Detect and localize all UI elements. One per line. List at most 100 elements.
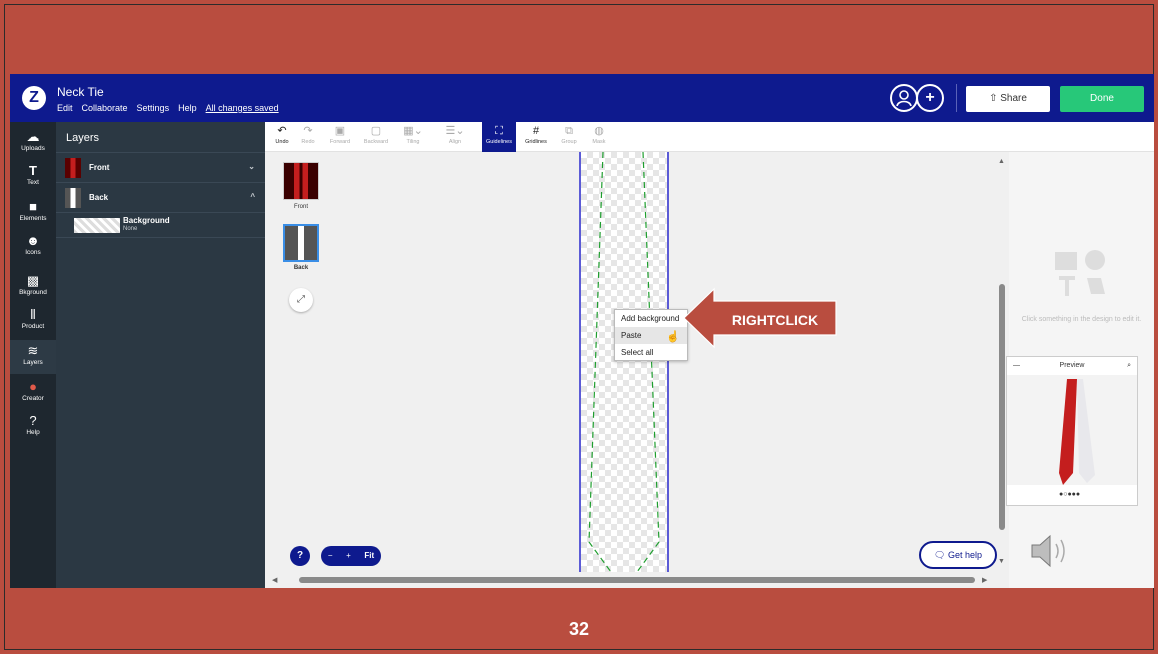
save-status[interactable]: All changes saved [206, 103, 279, 113]
zoom-controls: − + Fit [321, 546, 381, 566]
annotation-label: RIGHTCLICK [731, 312, 819, 328]
tie-guideline-outline [588, 151, 660, 573]
user-avatar-icon[interactable] [890, 84, 918, 112]
nav-creator[interactable]: ● Creator [10, 379, 56, 403]
share-button[interactable]: ⇧ Share [966, 86, 1050, 112]
page-front-thumbnail[interactable] [283, 162, 319, 200]
document-title: Neck Tie [57, 85, 104, 99]
gridlines-icon: # [532, 125, 540, 137]
layers-icon: ≋ [27, 343, 39, 358]
chevron-down-icon[interactable]: ⌄ [248, 162, 255, 171]
group-icon: ⧉ [565, 125, 573, 137]
scroll-down-icon[interactable]: ▼ [998, 558, 1005, 565]
smiley-icon: ☻ [26, 233, 40, 248]
tie-preview-image [1007, 375, 1137, 485]
nav-uploads[interactable]: ☁ Uploads [10, 129, 56, 153]
slide-number: 32 [568, 619, 590, 639]
forward-icon: ▣ [334, 125, 346, 137]
cloud-upload-icon: ☁ [26, 129, 40, 144]
tie-print-area[interactable] [579, 151, 669, 573]
scroll-right-icon[interactable]: ▶ [982, 576, 987, 584]
menu-item-select-all[interactable]: Select all [615, 344, 687, 361]
layers-title: Layers [56, 122, 265, 152]
top-bar: Z Neck Tie Edit Collaborate Settings Hel… [10, 74, 1154, 122]
get-help-button[interactable]: 🗨 Get help [919, 541, 997, 569]
nav-icons[interactable]: ☻ Icons [10, 233, 56, 257]
chat-icon: 🗨 [934, 550, 948, 560]
guidelines-icon: ⛶ [495, 125, 503, 137]
menu-collaborate[interactable]: Collaborate [82, 103, 128, 113]
mask-icon: ◍ [594, 125, 604, 137]
nav-background[interactable]: ▩ Bkground [10, 273, 56, 297]
scroll-up-icon[interactable]: ▲ [998, 158, 1005, 165]
nav-help[interactable]: ? Help [10, 413, 56, 437]
left-nav: ☁ Uploads T Text ■ Elements ☻ Icons ▩ Bkgroun… [10, 122, 56, 588]
align-icon: ☰⌄ [445, 125, 465, 137]
elements-icon: ■ [29, 199, 37, 214]
page-back-label: Back [293, 265, 309, 271]
nav-text[interactable]: T Text [10, 163, 56, 187]
nav-layers[interactable]: ≋ Layers [10, 340, 56, 374]
chevron-up-icon[interactable]: ^ [250, 192, 255, 201]
text-icon: T [29, 163, 37, 178]
add-collaborator-icon[interactable]: + [916, 84, 944, 112]
menu-help[interactable]: Help [178, 103, 197, 113]
redo-button[interactable]: ↷ Redo [297, 125, 319, 145]
creator-icon: ● [29, 379, 37, 394]
scroll-left-icon[interactable]: ◀ [272, 576, 277, 584]
help-button[interactable]: ? [290, 546, 310, 566]
layer-back-thumbnail [65, 188, 81, 208]
vertical-scrollbar[interactable] [999, 284, 1005, 530]
tiling-button[interactable]: ▦⌄ Tiling [399, 125, 427, 145]
menu-bar: Edit Collaborate Settings Help All chang… [57, 103, 279, 113]
speaker-icon[interactable] [1030, 532, 1074, 570]
menu-edit[interactable]: Edit [57, 103, 73, 113]
menu-item-add-background[interactable]: Add background [615, 310, 687, 327]
tiling-icon: ▦⌄ [403, 125, 423, 137]
edit-placeholder-icon [1055, 250, 1105, 296]
preview-carousel-dots[interactable]: ●○●●● [1059, 491, 1080, 498]
design-canvas[interactable]: Front Back ⤢ [265, 151, 1009, 573]
backward-button[interactable]: ▢ Backward [359, 125, 393, 145]
layer-background[interactable]: Background None [56, 212, 265, 238]
gridlines-button[interactable]: # Gridlines [521, 125, 551, 145]
preview-header: — Preview ⌕ [1007, 357, 1137, 375]
pin-icon[interactable]: ⤢ [289, 288, 313, 312]
redo-icon: ↷ [303, 125, 313, 137]
group-button[interactable]: ⧉ Group [557, 125, 581, 145]
edit-hint: Click something in the design to edit it… [1021, 316, 1142, 323]
align-button[interactable]: ☰⌄ Align [441, 125, 469, 145]
page-front-label: Front [293, 204, 308, 210]
backward-icon: ▢ [370, 125, 382, 137]
mask-button[interactable]: ◍ Mask [587, 125, 611, 145]
page-back-thumbnail[interactable] [283, 224, 319, 262]
preview-panel: — Preview ⌕ ●○●●● [1006, 356, 1138, 506]
zoom-fit-button[interactable]: Fit [364, 546, 374, 566]
zoom-search-icon[interactable]: ⌕ [1127, 357, 1131, 375]
app-window: Z Neck Tie Edit Collaborate Settings Hel… [10, 74, 1154, 588]
minimize-icon[interactable]: — [1013, 357, 1020, 375]
undo-icon: ↶ [277, 125, 287, 137]
menu-settings[interactable]: Settings [137, 103, 170, 113]
guidelines-button[interactable]: ⛶ Guidelines [482, 122, 516, 152]
zoom-in-button[interactable]: + [346, 546, 351, 566]
background-thumbnail [74, 218, 120, 233]
nav-product[interactable]: ⫴ Product [10, 307, 56, 331]
zazzle-logo-icon[interactable]: Z [22, 86, 46, 110]
done-button[interactable]: Done [1060, 86, 1144, 112]
horizontal-scrollbar[interactable] [299, 577, 975, 583]
share-icon: ⇧ [989, 93, 1001, 104]
layers-panel: Layers Front ⌄ Back ^ Background None [56, 122, 265, 588]
product-icon: ⫴ [30, 307, 36, 322]
undo-button[interactable]: ↶ Undo [271, 125, 293, 145]
background-icon: ▩ [26, 273, 40, 288]
help-icon: ? [29, 413, 37, 428]
forward-button[interactable]: ▣ Forward [325, 125, 355, 145]
layer-back[interactable]: Back ^ [56, 182, 265, 212]
nav-elements[interactable]: ■ Elements [10, 199, 56, 223]
layer-front[interactable]: Front ⌄ [56, 152, 265, 182]
zoom-out-button[interactable]: − [328, 546, 333, 566]
divider [956, 84, 957, 112]
layer-front-thumbnail [65, 158, 81, 178]
hand-cursor-icon: ☝ [666, 331, 680, 343]
